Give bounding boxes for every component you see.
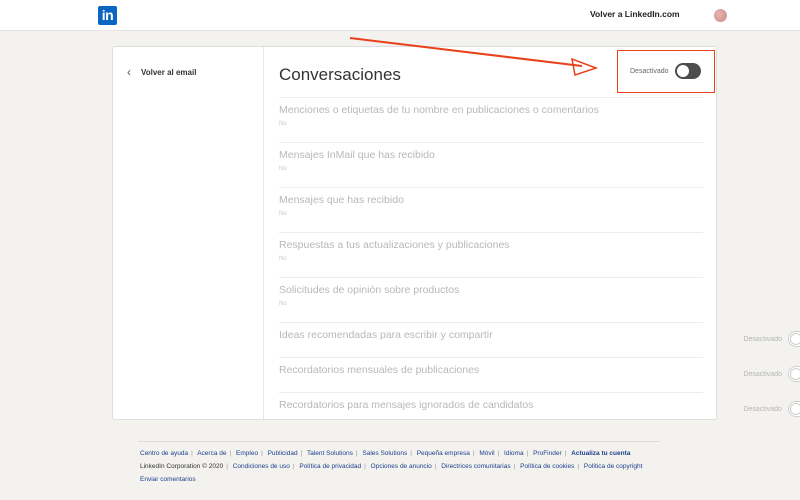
send-feedback-link[interactable]: Enviar comentarios (140, 476, 196, 483)
separator: | (226, 463, 228, 470)
footer-link[interactable]: Condiciones de uso (233, 463, 290, 470)
separator: | (292, 463, 295, 470)
copyright: LinkedIn Corporation © 2020 (140, 463, 224, 470)
footer-link[interactable]: Talent Solutions (307, 450, 353, 457)
footer-link[interactable]: Sales Solutions (362, 450, 407, 457)
footer-link[interactable]: Empleo (236, 450, 258, 457)
separator: | (229, 450, 232, 457)
footer-link[interactable]: Política de copyright (584, 463, 643, 470)
footer-link[interactable]: Política de privacidad (299, 463, 361, 470)
footer-link[interactable]: Pequeña empresa (417, 450, 470, 457)
separator: | (577, 463, 580, 470)
separator: | (261, 450, 263, 457)
separator: | (513, 463, 516, 470)
footer-divider (138, 441, 660, 442)
separator: | (564, 450, 567, 457)
footer-link[interactable]: Acerca de (197, 450, 226, 457)
footer-link[interactable]: Idioma (504, 450, 524, 457)
footer-link[interactable]: Móvil (479, 450, 494, 457)
footer-feedback-row: Enviar comentarios (140, 476, 196, 483)
separator: | (526, 450, 529, 457)
separator: | (497, 450, 500, 457)
footer-link[interactable]: Publicidad (268, 450, 298, 457)
separator: | (355, 450, 358, 457)
footer-link[interactable]: Política de cookies (520, 463, 574, 470)
footer-link[interactable]: Centro de ayuda (140, 450, 188, 457)
separator: | (191, 450, 193, 457)
separator: | (300, 450, 303, 457)
separator: | (472, 450, 475, 457)
footer-link[interactable]: Opciones de anuncio (371, 463, 432, 470)
footer-links-row-2: LinkedIn Corporation © 2020 | Condiciones… (140, 463, 642, 470)
annotation-arrow (349, 37, 599, 76)
upgrade-account-link[interactable]: Actualiza tu cuenta (571, 450, 630, 457)
footer-links-row-1: Centro de ayuda | Acerca de | Empleo | Publ… (140, 450, 630, 457)
footer-link[interactable]: Directrices comunitarias (441, 463, 510, 470)
separator: | (410, 450, 412, 457)
separator: | (364, 463, 366, 470)
footer-link[interactable]: ProFinder (533, 450, 562, 457)
separator: | (434, 463, 437, 470)
